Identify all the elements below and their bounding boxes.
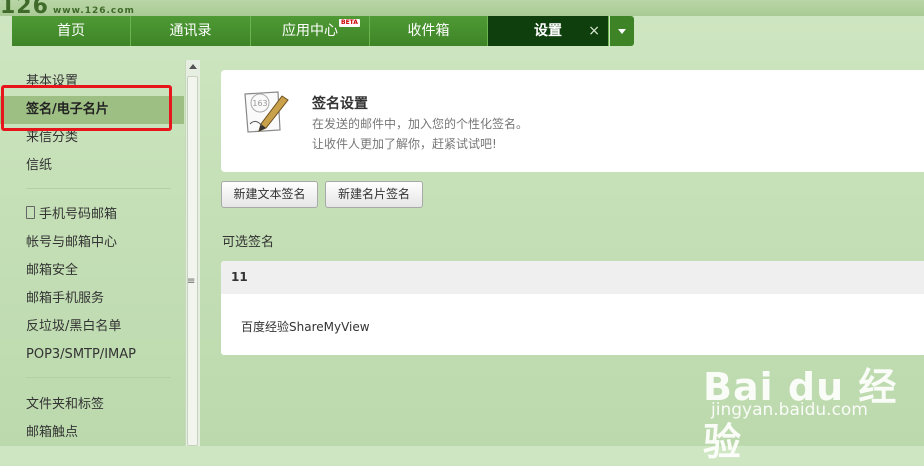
tab-settings[interactable]: 设置 × <box>488 16 609 46</box>
sidebar-item-antispam[interactable]: 反垃圾/黑白名单 <box>26 313 121 341</box>
highlight-box <box>1 85 172 131</box>
top-strip: 126 www.126.com <box>0 0 924 19</box>
sidebar-item-pop3[interactable]: POP3/SMTP/IMAP <box>26 341 136 369</box>
sidebar-item-phone-mailbox[interactable]: 手机号码邮箱 <box>26 201 117 229</box>
signature-pen-icon: 163 <box>244 91 289 133</box>
watermark-url: jingyan.baidu.com <box>711 400 868 420</box>
card-title: 签名设置 <box>312 96 368 112</box>
tab-home[interactable]: 首页 <box>12 16 131 46</box>
divider <box>26 188 171 189</box>
signature-item[interactable] <box>221 261 924 355</box>
sidebar-item-touchpoint[interactable]: 邮箱触点 <box>26 419 78 447</box>
tab-more-button[interactable] <box>610 16 634 46</box>
splitter-grip-icon[interactable]: ≡ <box>187 276 195 287</box>
section-title: 可选签名 <box>222 235 275 250</box>
sidebar-item-mobile-service[interactable]: 邮箱手机服务 <box>26 285 104 313</box>
scroll-thumb[interactable] <box>187 76 198 446</box>
sidebar-item-folders[interactable]: 文件夹和标签 <box>26 391 104 419</box>
phone-icon <box>26 206 35 219</box>
card-description: 在发送的邮件中，加入您的个性化签名。 <box>312 117 529 131</box>
divider <box>26 377 171 378</box>
sidebar-item-stationery[interactable]: 信纸 <box>26 152 52 180</box>
new-text-signature-button[interactable]: 新建文本签名 <box>221 181 318 208</box>
scroll-up-icon[interactable] <box>189 64 197 69</box>
main-nav: 首页 通讯录 应用中心 BETA 收件箱 设置 × <box>12 16 634 46</box>
beta-badge: BETA <box>339 19 360 27</box>
sidebar-item-mail-security[interactable]: 邮箱安全 <box>26 257 78 285</box>
sidebar-scrollbar[interactable] <box>185 60 200 446</box>
signature-header <box>221 261 924 294</box>
tab-contacts[interactable]: 通讯录 <box>131 16 251 46</box>
svg-text:163: 163 <box>252 99 267 108</box>
watermark: Bai du 经验 jingyan.baidu.com <box>703 356 913 464</box>
sidebar-item-account-center[interactable]: 帐号与邮箱中心 <box>26 229 117 257</box>
chevron-down-icon <box>618 28 626 34</box>
close-icon[interactable]: × <box>588 16 600 46</box>
new-card-signature-button[interactable]: 新建名片签名 <box>325 181 423 208</box>
signature-content: 百度经验ShareMyView <box>241 320 370 334</box>
tab-app-center[interactable]: 应用中心 BETA <box>251 16 370 46</box>
card-description: 让收件人更加了解你，赶紧试试吧! <box>312 137 497 151</box>
tab-inbox[interactable]: 收件箱 <box>370 16 488 46</box>
signature-name: 11 <box>231 270 248 284</box>
